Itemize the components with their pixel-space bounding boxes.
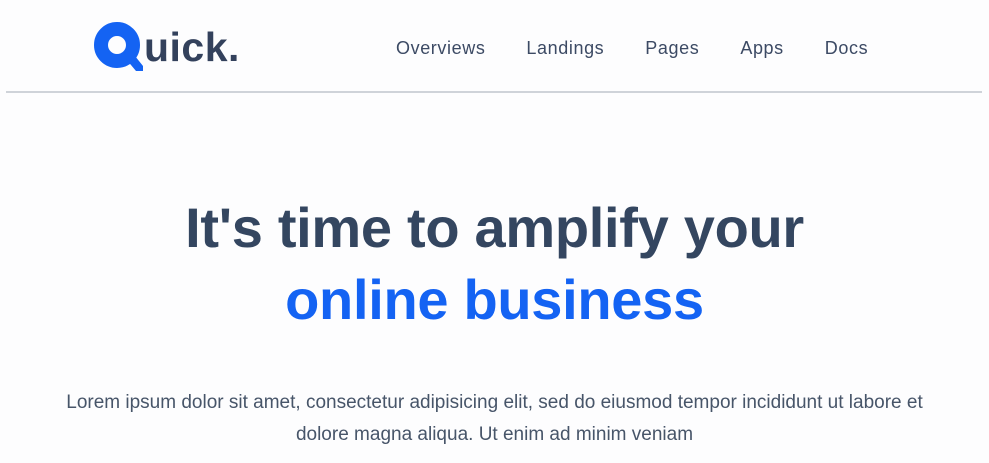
hero-lead-text: Lorem ipsum dolor sit amet, consectetur … xyxy=(66,392,923,445)
hero-title: It's time to amplify your online busines… xyxy=(0,192,989,336)
nav-link-landings[interactable]: Landings xyxy=(526,36,604,60)
nav-link-docs[interactable]: Docs xyxy=(825,36,868,60)
logo-wordmark: uick. xyxy=(144,23,240,70)
hero-title-line1: It's time to amplify your xyxy=(185,196,804,259)
site-header: uick. Overviews Landings Pages Apps Docs xyxy=(0,0,989,92)
main-nav: Overviews Landings Pages Apps Docs xyxy=(396,36,868,60)
logo-dot: . xyxy=(228,23,240,70)
header-divider xyxy=(6,91,982,93)
brand-logo[interactable]: uick. xyxy=(93,20,240,72)
nav-link-pages[interactable]: Pages xyxy=(645,36,699,60)
quick-logo-icon xyxy=(93,21,147,71)
hero-section: It's time to amplify your online busines… xyxy=(0,192,989,336)
landing-page: uick. Overviews Landings Pages Apps Docs… xyxy=(0,0,989,463)
nav-link-overviews[interactable]: Overviews xyxy=(396,36,485,60)
nav-link-apps[interactable]: Apps xyxy=(740,36,783,60)
hero-title-accent: online business xyxy=(285,268,704,331)
